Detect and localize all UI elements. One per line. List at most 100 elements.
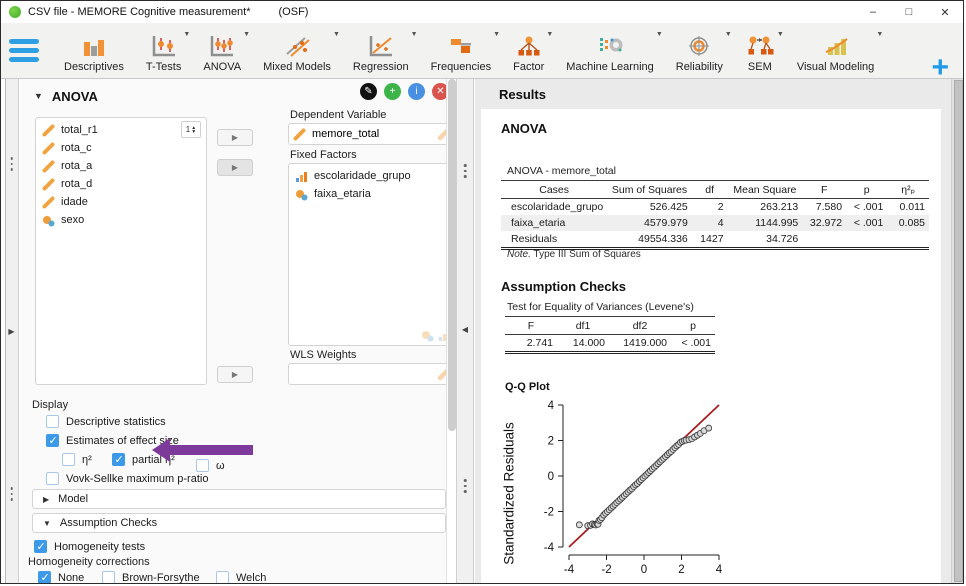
reliability-icon: [685, 32, 713, 58]
splitter-grip[interactable]: [10, 487, 13, 501]
results-splitter[interactable]: ◀: [456, 79, 474, 583]
ribbon-item-frequencies[interactable]: ▼ Frequencies: [420, 30, 503, 73]
table-row: escolaridade_grupo526.425 2263.213 7.580…: [501, 199, 929, 216]
duplicate-analysis-button[interactable]: +: [384, 83, 401, 100]
checkbox-homogeneity-tests[interactable]: Homogeneity tests: [34, 540, 145, 553]
window-title-suffix: (OSF): [279, 6, 309, 18]
checkbox-eta-squared[interactable]: η²: [62, 453, 92, 466]
assign-fixed-factors-button[interactable]: ▶: [217, 159, 253, 176]
allowed-type-nominal-icon: [421, 329, 434, 342]
ribbon-item-sem[interactable]: ▼ SEM: [734, 30, 786, 73]
qq-plot-svg: -4-2024-4-2024: [511, 395, 746, 583]
annotation-arrow: [152, 437, 254, 463]
splitter-grip[interactable]: [10, 157, 13, 171]
checkbox-icon[interactable]: [102, 571, 115, 583]
add-module-button[interactable]: +: [931, 57, 949, 79]
checkbox-icon[interactable]: [46, 434, 59, 447]
checkbox-icon[interactable]: [46, 415, 59, 428]
table-note: Note. Type III Sum of Squares: [507, 249, 641, 260]
list-item[interactable]: total_r1 1▲▼: [38, 121, 204, 139]
edit-title-button[interactable]: ✎: [360, 83, 377, 100]
factor-icon: [515, 32, 543, 58]
ribbon-item-visual-modeling[interactable]: ▼ Visual Modeling: [786, 30, 885, 73]
checkbox-icon[interactable]: [112, 453, 125, 466]
splitter-grip[interactable]: [464, 479, 467, 493]
ribbon-item-reliability[interactable]: ▼ Reliability: [665, 30, 734, 73]
info-button[interactable]: i: [408, 83, 425, 100]
data-panel-splitter[interactable]: ▶: [1, 79, 19, 583]
checkbox-correction-brown-forsythe[interactable]: Brown-Forsythe: [102, 571, 200, 583]
list-item[interactable]: rota_d: [38, 175, 204, 193]
ribbon-item-descriptives[interactable]: Descriptives: [53, 30, 135, 73]
list-item[interactable]: faixa_etaria: [293, 185, 451, 203]
collapse-results-icon[interactable]: ◀: [462, 325, 468, 334]
dependent-variable-label: Dependent Variable: [290, 109, 386, 121]
list-item[interactable]: escolaridade_grupo: [293, 167, 451, 185]
chevron-down-icon: ▼: [333, 31, 340, 38]
checkbox-vovk-sellke[interactable]: Vovk-Sellke maximum p-ratio: [46, 472, 208, 485]
anova-table-title: ANOVA - memore_total: [507, 165, 616, 177]
scrollbar-thumb[interactable]: [448, 79, 456, 431]
analysis-panel: ▼ ANOVA ✎ + i ✕ total_r1 1▲▼ rota_c: [20, 79, 456, 583]
ribbon-item-factor[interactable]: ▼ Factor: [502, 30, 555, 73]
ribbon-item-t-tests[interactable]: ▼ T-Tests: [135, 30, 192, 73]
display-heading: Display: [32, 399, 68, 411]
splitter-grip[interactable]: [464, 164, 467, 178]
nominal-variable-icon: [295, 188, 308, 201]
list-item[interactable]: sexo: [38, 211, 204, 229]
ribbon-item-anova[interactable]: ▼ ANOVA: [192, 30, 252, 73]
chevron-down-icon: ▼: [656, 31, 663, 38]
list-item[interactable]: rota_c: [38, 139, 204, 157]
ribbon-item-regression[interactable]: ▼ Regression: [342, 30, 420, 73]
results-scrollbar[interactable]: [951, 79, 963, 583]
checkbox-icon[interactable]: [46, 472, 59, 485]
svg-text:-4: -4: [544, 542, 555, 554]
table-row: Residuals49554.336 142734.726: [501, 231, 929, 249]
regression-icon: [367, 32, 395, 58]
collapse-analysis-icon[interactable]: ▼: [34, 91, 43, 101]
checkbox-correction-none[interactable]: None: [38, 571, 84, 583]
visual-modeling-icon: [822, 32, 850, 58]
table-row: 2.74114.000 1419.000< .001: [505, 335, 715, 353]
svg-text:-2: -2: [601, 564, 611, 576]
analysis-scrollbar[interactable]: [446, 79, 456, 583]
scale-variable-icon: [42, 124, 55, 137]
dependent-variable-field[interactable]: memore_total: [288, 123, 456, 145]
scale-variable-icon: [42, 178, 55, 191]
section-assumption-checks[interactable]: ▼ Assumption Checks: [32, 513, 446, 533]
ribbon-item-mixed-models[interactable]: ▼ Mixed Models: [252, 30, 342, 73]
chevron-down-icon: ▼: [493, 31, 500, 38]
anova-icon: [208, 32, 236, 58]
svg-text:4: 4: [548, 400, 555, 412]
checkbox-descriptive-statistics[interactable]: Descriptive statistics: [46, 415, 166, 428]
list-item[interactable]: rota_a: [38, 157, 204, 175]
sort-variables-button[interactable]: 1▲▼: [181, 121, 201, 138]
assign-dependent-button[interactable]: ▶: [217, 129, 253, 146]
qq-plot-title: Q-Q Plot: [505, 381, 550, 393]
available-variables-list[interactable]: total_r1 1▲▼ rota_c rota_a rota_d: [35, 117, 207, 385]
svg-text:-2: -2: [544, 507, 554, 519]
scrollbar-thumb[interactable]: [954, 80, 963, 582]
homogeneity-corrections-label: Homogeneity corrections: [28, 556, 150, 568]
assign-wls-button[interactable]: ▶: [217, 366, 253, 383]
list-item[interactable]: idade: [38, 193, 204, 211]
expand-data-panel-icon[interactable]: ▶: [8, 327, 14, 336]
chevron-down-icon: ▼: [725, 31, 732, 38]
checkbox-icon[interactable]: [34, 540, 47, 553]
scale-variable-icon: [293, 128, 306, 141]
maximize-button[interactable]: □: [891, 1, 927, 23]
checkbox-icon[interactable]: [62, 453, 75, 466]
minimize-button[interactable]: –: [855, 1, 891, 23]
ribbon-item-machine-learning[interactable]: ▼ Machine Learning: [555, 30, 664, 73]
checkbox-correction-welch[interactable]: Welch: [216, 571, 266, 583]
close-button[interactable]: ✕: [927, 1, 963, 23]
hamburger-menu-icon[interactable]: [9, 36, 39, 66]
scale-variable-icon: [42, 160, 55, 173]
assumption-checks-heading: Assumption Checks: [501, 279, 626, 294]
section-model[interactable]: ▶ Model: [32, 489, 446, 509]
scale-variable-icon: [42, 196, 55, 209]
checkbox-icon[interactable]: [38, 571, 51, 583]
fixed-factors-field[interactable]: escolaridade_grupo faixa_etaria: [288, 163, 456, 346]
wls-weights-field[interactable]: [288, 363, 456, 385]
checkbox-icon[interactable]: [216, 571, 229, 583]
